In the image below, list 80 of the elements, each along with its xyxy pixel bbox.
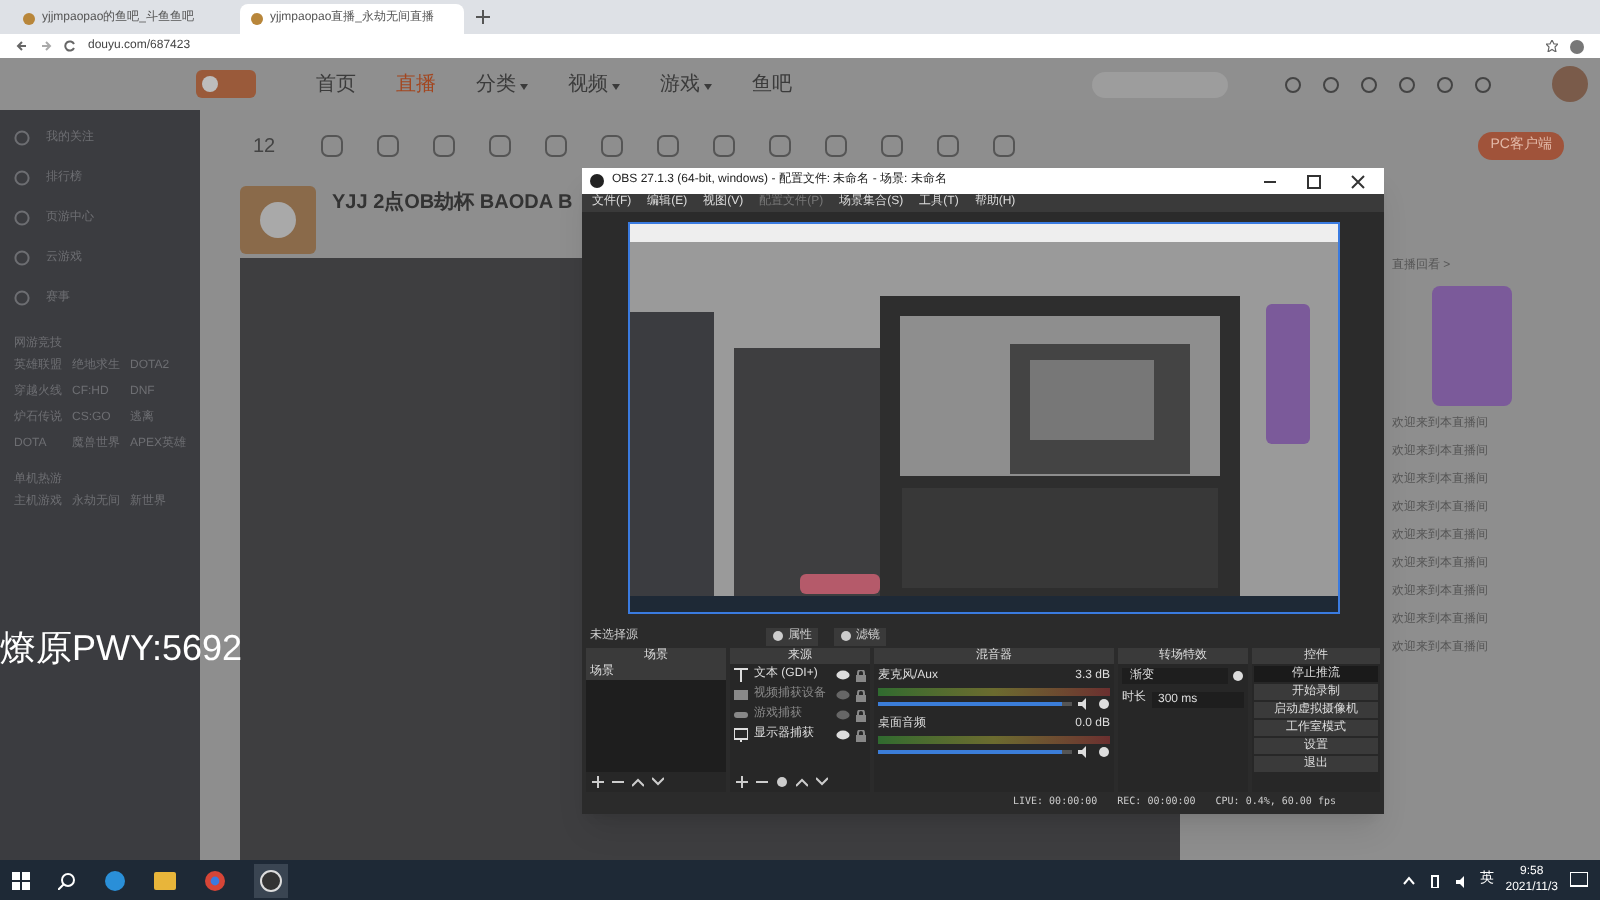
new-tab-icon[interactable] xyxy=(476,10,490,24)
category-icon[interactable] xyxy=(880,134,904,158)
search-icon[interactable] xyxy=(58,871,76,889)
lock-icon[interactable] xyxy=(856,669,866,681)
maximize-icon[interactable] xyxy=(1306,173,1322,189)
monitor-icon xyxy=(734,728,748,742)
favicon-icon xyxy=(22,12,36,26)
sidebar-icon[interactable] xyxy=(14,130,30,146)
gear-icon xyxy=(840,630,852,642)
nav-link[interactable]: 直播 xyxy=(396,69,436,99)
category-icon[interactable] xyxy=(992,134,1016,158)
star-icon[interactable] xyxy=(1546,40,1558,52)
header-icon[interactable] xyxy=(1398,75,1416,93)
sidebar-icon[interactable] xyxy=(14,170,30,186)
header-icon[interactable] xyxy=(1474,75,1492,93)
edge-icon[interactable] xyxy=(104,869,126,891)
start-icon[interactable] xyxy=(12,871,30,889)
overlay-text: 燎原PWY:5692 xyxy=(0,626,243,672)
favicon-icon xyxy=(250,12,264,26)
gear-icon[interactable] xyxy=(1098,698,1110,710)
category-icon[interactable] xyxy=(656,134,680,158)
lock-icon[interactable] xyxy=(856,709,866,721)
category-icon[interactable] xyxy=(936,134,960,158)
back-icon[interactable] xyxy=(16,40,28,52)
profile-icon[interactable] xyxy=(1570,39,1584,53)
forward-icon[interactable] xyxy=(40,40,52,52)
eye-icon[interactable] xyxy=(836,670,850,680)
header-icon[interactable] xyxy=(1284,75,1302,93)
category-icon[interactable] xyxy=(824,134,848,158)
category-icon[interactable] xyxy=(544,134,568,158)
lock-icon[interactable] xyxy=(856,689,866,701)
text-icon xyxy=(734,668,748,682)
add-icon[interactable] xyxy=(736,776,748,788)
header-icon[interactable] xyxy=(1360,75,1378,93)
add-icon[interactable] xyxy=(592,776,604,788)
nav-link[interactable]: 视频 xyxy=(568,69,608,99)
category-icon[interactable] xyxy=(768,134,792,158)
category-icon[interactable] xyxy=(320,134,344,158)
down-icon[interactable] xyxy=(652,776,664,788)
category-icon[interactable] xyxy=(488,134,512,158)
sidebar-icon[interactable] xyxy=(14,250,30,266)
header-icon[interactable] xyxy=(1436,75,1454,93)
gear-icon[interactable] xyxy=(1098,746,1110,758)
tray-expand-icon[interactable] xyxy=(1401,873,1416,887)
camera-icon xyxy=(734,688,748,702)
nav-link[interactable]: 分类 xyxy=(476,69,516,99)
remove-icon[interactable] xyxy=(612,776,624,788)
close-icon[interactable] xyxy=(1350,173,1366,189)
chrome-icon[interactable] xyxy=(204,869,226,891)
volume-icon[interactable] xyxy=(1453,873,1468,887)
notification-icon[interactable] xyxy=(1570,872,1588,888)
category-icon[interactable] xyxy=(712,134,736,158)
up-icon[interactable] xyxy=(632,776,644,788)
gear-icon[interactable] xyxy=(1232,670,1244,682)
sidebar-icon[interactable] xyxy=(14,210,30,226)
down-icon[interactable] xyxy=(816,776,828,788)
logo-icon[interactable] xyxy=(196,70,256,98)
remove-icon[interactable] xyxy=(756,776,768,788)
eye-icon[interactable] xyxy=(836,730,850,740)
obs-icon[interactable] xyxy=(254,863,288,897)
app-icon xyxy=(590,174,604,188)
category-icon[interactable] xyxy=(376,134,400,158)
nav-link[interactable]: 鱼吧 xyxy=(752,69,792,99)
up-icon[interactable] xyxy=(796,776,808,788)
header-icon[interactable] xyxy=(1322,75,1340,93)
category-icon[interactable] xyxy=(432,134,456,158)
gear-icon[interactable] xyxy=(776,776,788,788)
nav-link[interactable]: 首页 xyxy=(316,69,356,99)
room-title: YJJ 2点OB劫杯 BAODA B xyxy=(332,189,573,218)
gamepad-icon xyxy=(734,708,748,722)
follow-count: 12 xyxy=(250,133,278,161)
nav-link[interactable]: 游戏 xyxy=(660,69,700,99)
battery-icon[interactable] xyxy=(1427,873,1442,887)
streamer-avatar-icon xyxy=(240,186,316,254)
reload-icon[interactable] xyxy=(64,40,76,52)
gear-icon xyxy=(772,630,784,642)
lock-icon[interactable] xyxy=(856,729,866,741)
sidebar-icon[interactable] xyxy=(14,290,30,306)
category-icon[interactable] xyxy=(600,134,624,158)
folder-icon[interactable] xyxy=(154,871,176,889)
